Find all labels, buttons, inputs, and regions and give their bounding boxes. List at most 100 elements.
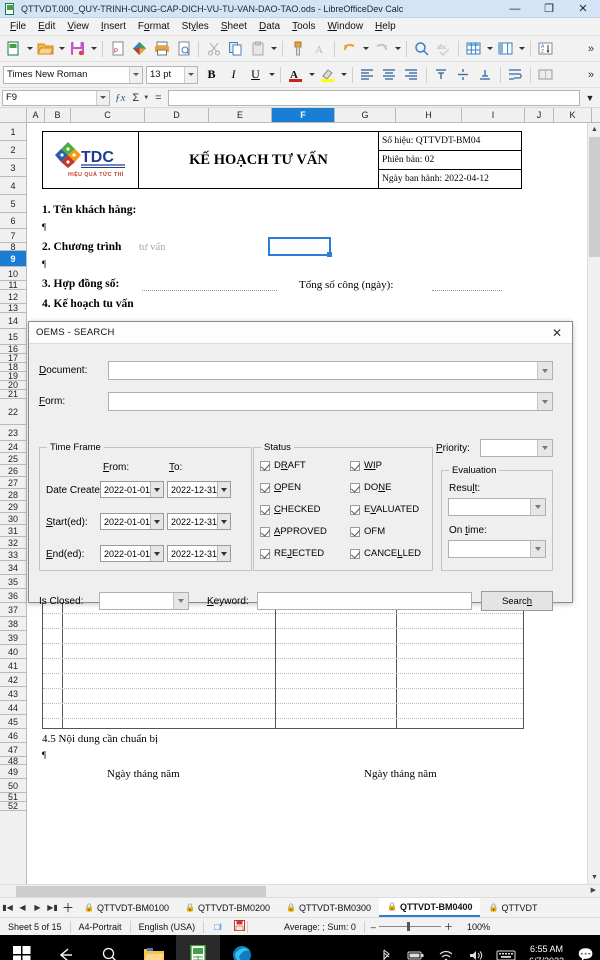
horizontal-scroll-thumb[interactable] [16, 886, 266, 897]
back-arrow-icon[interactable] [44, 935, 88, 960]
sort-icon[interactable]: AZ [535, 38, 556, 59]
font-size-combobox[interactable]: 13 pt [146, 65, 198, 84]
selection-mode-icon[interactable]: □I [204, 922, 232, 932]
status-checkbox-open[interactable]: OPEN [260, 482, 301, 493]
row-header-11[interactable]: 11 [0, 280, 26, 290]
row-header-36[interactable]: 36 [0, 589, 26, 603]
menu-styles[interactable]: Styles [176, 19, 215, 34]
form-combobox[interactable] [108, 392, 553, 411]
on-time-combobox[interactable] [448, 540, 546, 558]
horizontal-scrollbar[interactable]: ▶ [0, 884, 600, 897]
row-header-6[interactable]: 6 [0, 213, 26, 229]
row-header-43[interactable]: 43 [0, 687, 26, 701]
new-document-dropdown[interactable] [25, 38, 34, 59]
name-box[interactable]: F9 [2, 89, 110, 106]
zoom-slider-track[interactable] [378, 922, 441, 931]
row-header-14[interactable]: 14 [0, 313, 26, 329]
italic-icon[interactable]: I [223, 64, 244, 85]
is-closed-combobox[interactable] [99, 592, 189, 610]
save-icon[interactable] [67, 38, 88, 59]
form-dropdown-arrow[interactable] [537, 393, 552, 410]
document-modified-icon[interactable] [232, 920, 247, 933]
next-sheet-button[interactable]: ▶ [30, 903, 45, 912]
new-document-icon[interactable] [3, 38, 24, 59]
select-all-corner[interactable] [0, 108, 27, 122]
column-header-F[interactable]: F [272, 108, 335, 122]
row-header-29[interactable]: 29 [0, 501, 26, 513]
highlight-color-icon[interactable] [317, 64, 338, 85]
row-header-42[interactable]: 42 [0, 673, 26, 687]
row-header-45[interactable]: 45 [0, 715, 26, 729]
redo-dropdown[interactable] [393, 38, 402, 59]
date-created-from-dropdown[interactable] [150, 482, 163, 497]
maximize-button[interactable]: ❐ [532, 0, 566, 18]
sum-dropdown[interactable]: ▼ [143, 95, 149, 101]
row-header-35[interactable]: 35 [0, 575, 26, 589]
volume-icon[interactable] [461, 935, 491, 960]
print-preview-icon[interactable] [173, 38, 194, 59]
status-checkbox-approved[interactable]: APPROVED [260, 526, 327, 537]
windows-start-icon[interactable] [0, 935, 44, 960]
menu-format[interactable]: Format [132, 19, 176, 34]
font-color-icon[interactable]: A [285, 64, 306, 85]
notification-center-icon[interactable]: 💬 [572, 947, 600, 960]
merge-cells-icon[interactable] [535, 64, 556, 85]
sheet-tab-qttvdt[interactable]: 🔒 QTTVDT [480, 898, 545, 917]
row-header-26[interactable]: 26 [0, 465, 26, 477]
row-header-22[interactable]: 22 [0, 399, 26, 425]
underline-dropdown[interactable] [267, 64, 276, 85]
row-header-21[interactable]: 21 [0, 389, 26, 399]
close-button[interactable]: ✕ [566, 0, 600, 18]
sheet-tab-qttvdt-bm0400[interactable]: 🔒 QTTVDT-BM0400 [379, 898, 481, 917]
menu-edit[interactable]: Edit [32, 19, 61, 34]
column-header-G[interactable]: G [335, 108, 396, 122]
row-header-2[interactable]: 2 [0, 141, 26, 159]
status-checkbox-checked[interactable]: CHECKED [260, 504, 320, 515]
status-checkbox-evaluated[interactable]: EVALUATED [350, 504, 419, 515]
started-to-spinner[interactable]: 2022-12-31 [167, 513, 231, 530]
cut-icon[interactable] [203, 38, 224, 59]
formatting-toolbar-overflow[interactable]: » [588, 69, 597, 81]
font-color-dropdown[interactable] [307, 64, 316, 85]
row-header-13[interactable]: 13 [0, 303, 26, 313]
sheet-tab-qttvdt-bm0200[interactable]: 🔒 QTTVDT-BM0200 [177, 898, 278, 917]
column-header-C[interactable]: C [71, 108, 145, 122]
column-header-D[interactable]: D [145, 108, 209, 122]
status-checkbox-cancelled[interactable]: CANCELLED [350, 548, 421, 559]
redo-icon[interactable] [371, 38, 392, 59]
row-header-5[interactable]: 5 [0, 195, 26, 213]
row-header-40[interactable]: 40 [0, 645, 26, 659]
row-header-23[interactable]: 23 [0, 425, 26, 441]
keyboard-icon[interactable] [491, 935, 521, 960]
formula-icon[interactable]: = [151, 92, 165, 104]
row-header-27[interactable]: 27 [0, 477, 26, 489]
align-right-icon[interactable] [401, 64, 422, 85]
open-file-icon[interactable] [35, 38, 56, 59]
font-size-dropdown-arrow[interactable] [184, 66, 197, 83]
underline-icon[interactable]: U [245, 64, 266, 85]
spelling-icon[interactable]: abc [433, 38, 454, 59]
zoom-level-status[interactable]: 100% [459, 922, 496, 932]
keyword-input[interactable] [257, 592, 472, 610]
find-replace-icon[interactable] [411, 38, 432, 59]
status-checkbox-wip[interactable]: WIP [350, 460, 382, 471]
result-dropdown-arrow[interactable] [530, 499, 545, 515]
sheet-tab-qttvdt-bm0100[interactable]: 🔒 QTTVDT-BM0100 [76, 898, 177, 917]
previous-sheet-button[interactable]: ◀ [15, 903, 30, 912]
vertical-scrollbar[interactable]: ▲ ▼ [587, 123, 600, 884]
column-header-A[interactable]: A [27, 108, 45, 122]
align-left-icon[interactable] [357, 64, 378, 85]
ended-from-spinner[interactable]: 2022-01-01 [100, 545, 164, 562]
checkbox-box[interactable] [350, 526, 360, 537]
zoom-slider-knob[interactable] [406, 922, 410, 931]
date-created-to-spinner[interactable]: 2022-12-31 [167, 481, 231, 498]
row-header-9[interactable]: 9 [0, 251, 26, 267]
checkbox-box[interactable] [260, 526, 270, 537]
search-button[interactable]: Search [481, 591, 553, 611]
paste-dropdown[interactable] [269, 38, 278, 59]
libreoffice-calc-icon[interactable] [176, 935, 220, 960]
document-dropdown-arrow[interactable] [537, 362, 552, 379]
priority-combobox[interactable] [480, 439, 553, 457]
started-from-dropdown[interactable] [150, 514, 163, 529]
is-closed-dropdown-arrow[interactable] [173, 593, 188, 609]
